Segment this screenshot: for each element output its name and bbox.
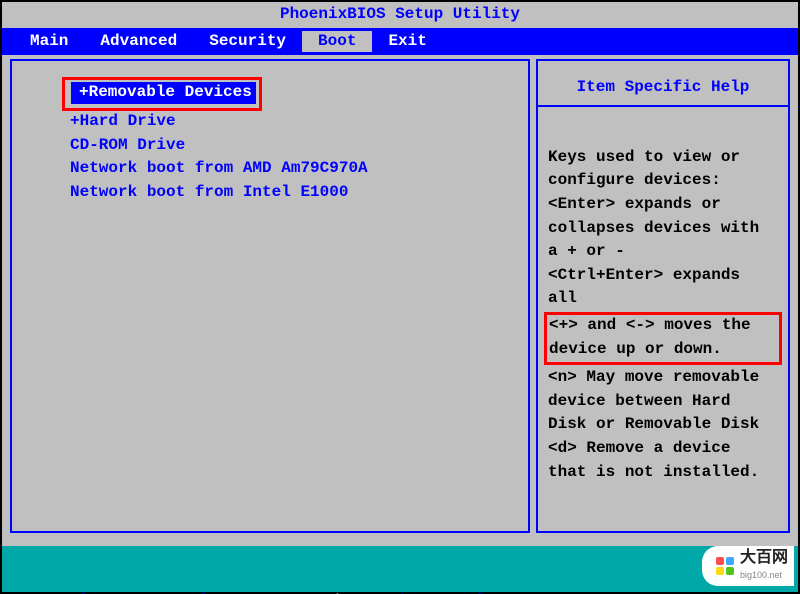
title-text: PhoenixBIOS Setup Utility [280,5,520,23]
help-line: collapses devices with [548,218,778,240]
watermark: 大百网 big100.net [702,546,794,586]
highlight-move-keys: <+> and <-> moves the device up or down. [544,312,782,365]
menu-security[interactable]: Security [193,31,302,53]
help-line: <Enter> expands or [548,194,778,216]
boot-net-intel[interactable]: Network boot from Intel E1000 [70,182,518,204]
help-body: Keys used to view or configure devices: … [538,147,788,483]
help-panel: Item Specific Help Keys used to view or … [536,59,790,533]
menu-advanced[interactable]: Advanced [84,31,193,53]
menu-bar: Main Advanced Security Boot Exit [2,28,798,56]
boot-removable-devices[interactable]: +Removable Devices [71,82,256,104]
title-bar: PhoenixBIOS Setup Utility [2,2,798,28]
help-line: <+> and <-> moves the [549,315,777,337]
highlight-removable: +Removable Devices [62,77,262,111]
help-line: Disk or Removable Disk [548,414,778,436]
content-area: +Removable Devices +Hard Drive CD-ROM Dr… [2,55,798,537]
help-title: Item Specific Help [538,67,788,107]
help-line: <n> May move removable [548,367,778,389]
help-line: a + or - [548,241,778,263]
help-line: that is not installed. [548,462,778,484]
menu-boot[interactable]: Boot [302,31,372,53]
help-line: configure devices: [548,170,778,192]
boot-net-amd[interactable]: Network boot from AMD Am79C970A [70,158,518,180]
menu-main[interactable]: Main [14,31,84,53]
help-line: <Ctrl+Enter> expands [548,265,778,287]
help-line: Keys used to view or [548,147,778,169]
footer-bar: F1 Help ↑↓ Select Item -/+ Change Values… [2,546,798,592]
bios-screen: PhoenixBIOS Setup Utility Main Advanced … [0,0,800,594]
menu-exit[interactable]: Exit [372,31,442,53]
watermark-icon [716,557,734,575]
boot-hard-drive[interactable]: +Hard Drive [70,111,518,133]
help-line: all [548,288,778,310]
watermark-text: 大百网 big100.net [740,550,788,582]
boot-order-panel: +Removable Devices +Hard Drive CD-ROM Dr… [10,59,530,533]
help-line: device between Hard [548,391,778,413]
help-line: device up or down. [549,339,777,361]
help-line: <d> Remove a device [548,438,778,460]
boot-cdrom[interactable]: CD-ROM Drive [70,135,518,157]
